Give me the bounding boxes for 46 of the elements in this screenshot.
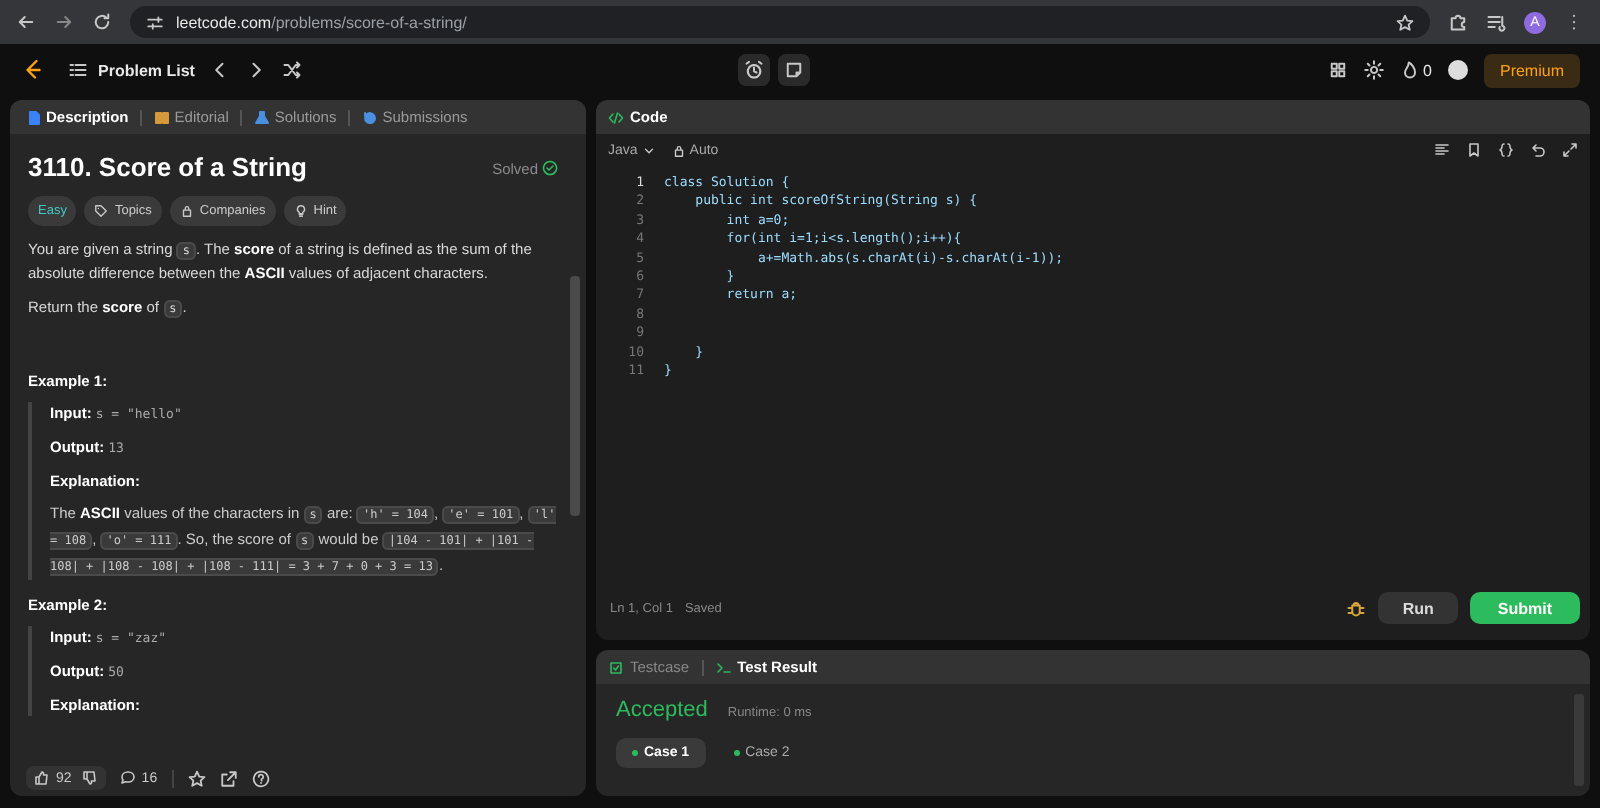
problem-title: 3110. Score of a String — [28, 152, 309, 184]
premium-button[interactable]: Premium — [1483, 53, 1580, 87]
comment-icon — [119, 770, 136, 786]
timer-button[interactable] — [738, 54, 771, 86]
star-icon[interactable] — [187, 769, 206, 787]
back-icon[interactable] — [16, 12, 36, 32]
shuffle-icon[interactable] — [282, 60, 303, 80]
debugger-icon[interactable] — [1346, 598, 1367, 618]
site-settings-icon[interactable] — [146, 13, 164, 31]
lightbulb-icon — [293, 204, 308, 218]
profile-avatar[interactable] — [1447, 60, 1468, 80]
caret-icon — [641, 143, 656, 157]
code-icon — [608, 109, 624, 125]
tag-icon — [94, 204, 109, 218]
terminal-icon — [715, 659, 732, 675]
verdict-text: Accepted — [616, 698, 708, 722]
media-controls-icon[interactable] — [1486, 12, 1506, 32]
streak-counter[interactable]: 0 — [1399, 60, 1432, 80]
thumbs-down-icon[interactable] — [81, 770, 98, 786]
url-path: /problems/score-of-a-string/ — [271, 13, 467, 31]
reset-icon[interactable] — [1530, 142, 1546, 158]
layout-icon[interactable] — [1327, 60, 1348, 80]
extensions-icon[interactable] — [1448, 12, 1468, 32]
next-icon[interactable] — [246, 60, 267, 80]
problem-list-link[interactable]: Problem List — [68, 60, 195, 80]
expand-icon[interactable] — [1562, 142, 1578, 158]
help-icon[interactable] — [251, 769, 270, 787]
lock-icon — [179, 204, 194, 218]
notes-button[interactable] — [778, 54, 811, 86]
lock-icon — [671, 143, 686, 157]
bookmark-star-icon[interactable] — [1396, 13, 1414, 31]
format-icon[interactable] — [1434, 142, 1450, 158]
alarm-clock-icon — [744, 60, 765, 80]
address-bar[interactable]: leetcode.com/problems/score-of-a-string/ — [130, 6, 1430, 38]
checkbox-icon — [608, 659, 624, 675]
note-icon — [784, 60, 805, 80]
braces-icon[interactable] — [1498, 142, 1514, 158]
forward-icon[interactable] — [54, 12, 74, 32]
list-icon — [68, 60, 88, 80]
share-icon[interactable] — [219, 769, 238, 787]
reload-icon[interactable] — [92, 12, 112, 32]
thumbs-up-icon — [34, 770, 50, 786]
settings-icon[interactable] — [1363, 60, 1384, 80]
bookmark-icon[interactable] — [1466, 142, 1482, 158]
url-host: leetcode.com — [176, 13, 272, 31]
run-button[interactable]: Run — [1378, 592, 1458, 624]
